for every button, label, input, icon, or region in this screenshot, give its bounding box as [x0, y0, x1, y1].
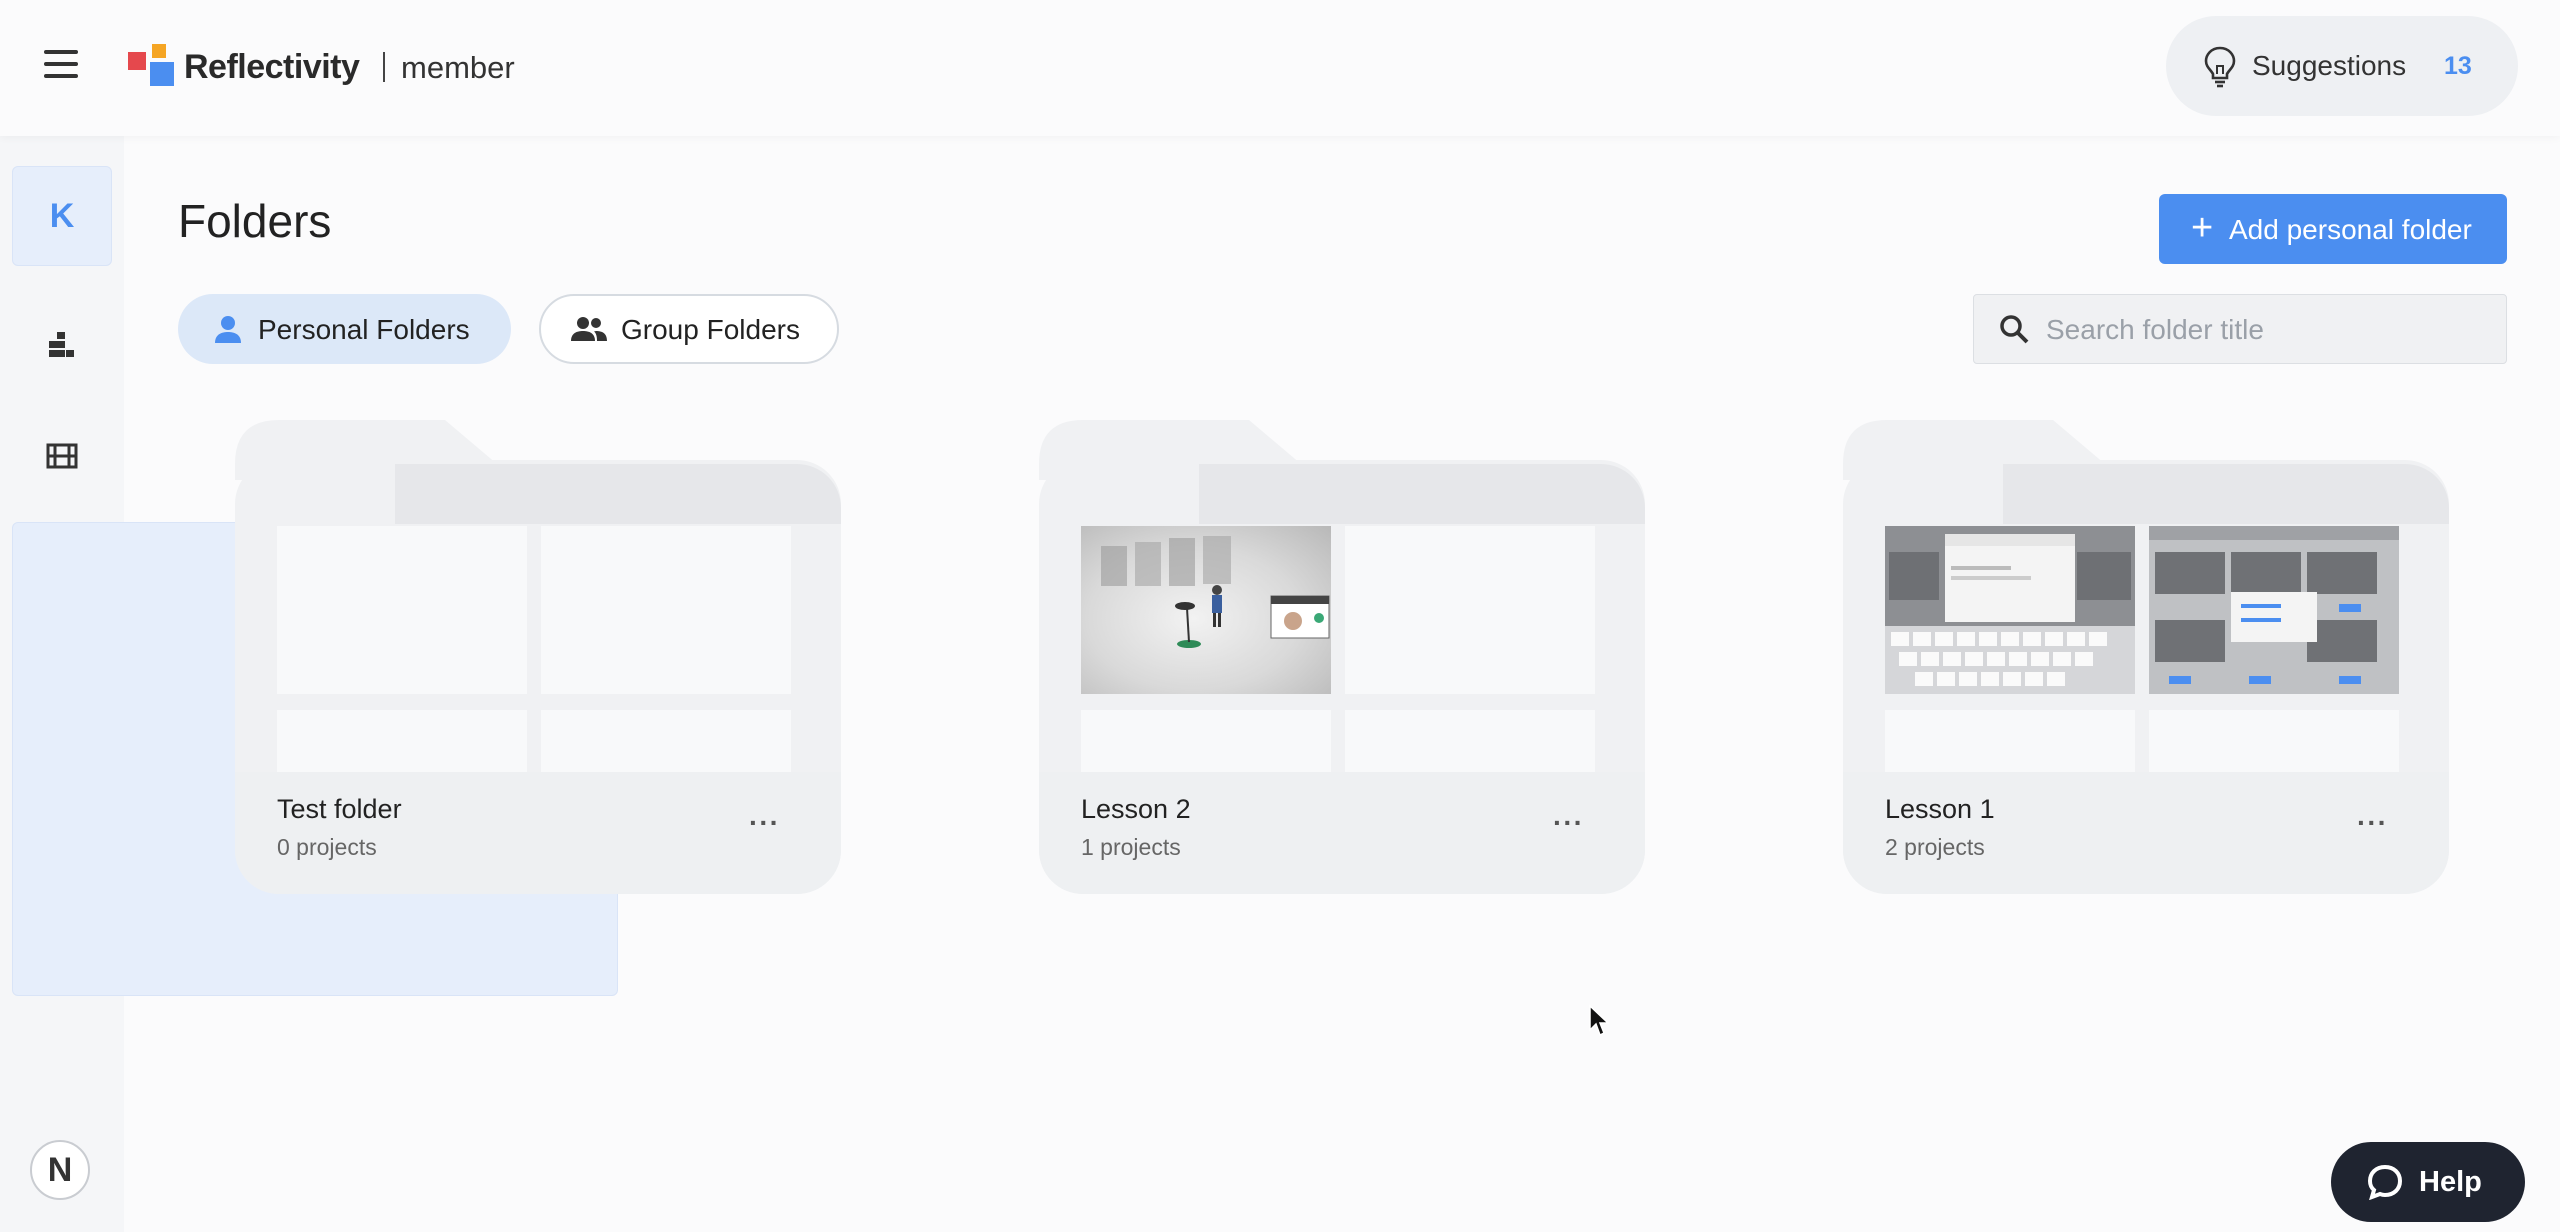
brand-name: Reflectivity	[184, 48, 360, 86]
tab-label: Personal Folders	[258, 314, 470, 345]
plus-icon: +	[2191, 207, 2214, 249]
thumbnail-placeholder	[1081, 710, 1331, 780]
reflectivity-logo[interactable]	[128, 44, 176, 88]
top-bar: Reflectivity member Suggestions 13	[0, 0, 2560, 136]
thumbnail-placeholder	[2149, 710, 2399, 780]
thumbnail-placeholder	[541, 710, 791, 780]
thumbnail-placeholder	[1885, 710, 2135, 780]
thumbnail-placeholder	[277, 526, 527, 694]
bar-chart-icon	[49, 332, 74, 357]
menu-icon[interactable]	[44, 50, 84, 84]
person-icon	[215, 316, 241, 343]
suggestions-count: 13	[2444, 52, 2472, 80]
mouse-cursor-icon	[1589, 1004, 1610, 1037]
search-folder-input[interactable]	[2046, 307, 2486, 353]
film-icon	[46, 443, 78, 469]
notion-badge[interactable]: N	[30, 1140, 90, 1200]
help-label: Help	[2419, 1166, 2482, 1198]
add-personal-folder-button[interactable]: + Add personal folder	[2159, 194, 2507, 264]
sidebar: K	[0, 136, 618, 1232]
tab-label: Group Folders	[621, 314, 800, 345]
suggestions-button[interactable]: Suggestions 13	[2166, 16, 2518, 116]
lightbulb-icon	[2204, 46, 2236, 88]
more-options-icon[interactable]: ···	[749, 809, 780, 837]
thumbnail-placeholder	[277, 710, 527, 780]
page-title: Folders	[178, 195, 332, 247]
thumbnail-placeholder	[1345, 526, 1595, 694]
search-icon	[2000, 315, 2029, 344]
folder-project-count: 0 projects	[277, 834, 377, 860]
sidebar-item-analytics[interactable]	[12, 294, 112, 394]
folder-card[interactable]: Lesson 1 2 projects ···	[1843, 420, 2449, 894]
folder-back-panel	[2003, 464, 2449, 524]
folder-card[interactable]: Lesson 2 1 projects ···	[1039, 420, 1645, 894]
thumbnail-placeholder	[541, 526, 791, 694]
chat-bubble-icon	[2367, 1164, 2403, 1200]
tab-personal-folders[interactable]: Personal Folders	[178, 294, 511, 364]
sidebar-item-videos[interactable]	[12, 406, 112, 506]
folder-name: Lesson 2	[1081, 794, 1191, 824]
brand-divider	[383, 52, 385, 82]
folder-card[interactable]: Test folder 0 projects ···	[235, 420, 841, 894]
project-thumbnail	[1885, 526, 2135, 694]
project-thumbnail	[2149, 526, 2399, 694]
help-button[interactable]: Help	[2331, 1142, 2525, 1222]
add-button-label: Add personal folder	[2229, 214, 2472, 245]
more-options-icon[interactable]: ···	[1553, 809, 1584, 837]
folder-project-count: 1 projects	[1081, 834, 1181, 860]
project-thumbnail	[1081, 526, 1331, 694]
folder-back-panel	[395, 464, 841, 524]
sidebar-item-account[interactable]: K	[12, 166, 112, 266]
folder-project-count: 2 projects	[1885, 834, 1985, 860]
folder-name: Lesson 1	[1885, 794, 1995, 824]
folder-name: Test folder	[277, 794, 402, 824]
tab-group-folders[interactable]: Group Folders	[539, 294, 839, 364]
thumbnail-placeholder	[1345, 710, 1595, 780]
more-options-icon[interactable]: ···	[2357, 809, 2388, 837]
group-icon	[571, 317, 607, 341]
user-role: member	[401, 50, 515, 85]
avatar-initial: K	[49, 196, 75, 235]
search-box	[1973, 294, 2507, 364]
suggestions-label: Suggestions	[2252, 50, 2407, 81]
folder-back-panel	[1199, 464, 1645, 524]
